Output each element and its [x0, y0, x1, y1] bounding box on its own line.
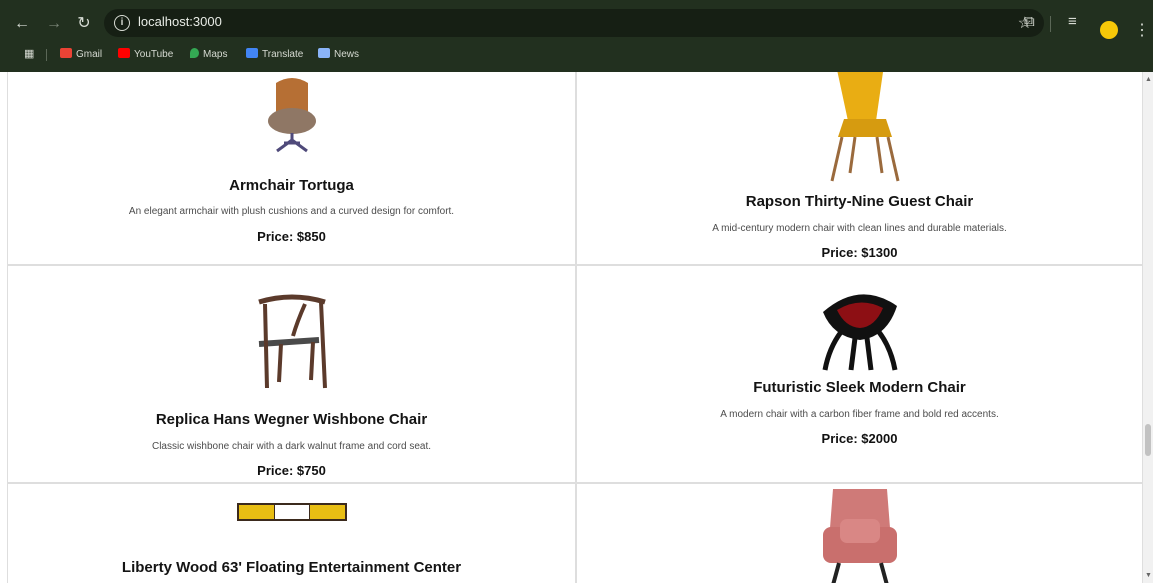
product-card[interactable]: Rapson Thirty-Nine Guest Chair A mid-cen…: [576, 72, 1143, 265]
bookmark-label: Gmail: [76, 49, 103, 60]
bookmarks-separator: [46, 49, 47, 61]
product-title: Futuristic Sleek Modern Chair: [753, 379, 966, 396]
bookmark-label: Maps: [203, 49, 228, 60]
bookmark-maps[interactable]: Maps: [190, 48, 227, 60]
gmail-icon: [60, 48, 72, 58]
product-price: Price: $1300: [821, 245, 898, 260]
apps-grid-icon[interactable]: ▦: [24, 49, 34, 60]
product-title: Liberty Wood 63' Floating Entertainment …: [121, 559, 462, 576]
maps-icon: [190, 48, 199, 58]
scroll-down-icon[interactable]: ▼: [1145, 572, 1152, 579]
forward-icon[interactable]: →: [44, 14, 64, 34]
product-description: A mid-century modern chair with clean li…: [712, 223, 1007, 234]
browser-chrome: ← → ↻ i localhost:3000 ☆ ⧉ ≡ ⋮ ▦ Gmail Y…: [0, 0, 1153, 72]
product-title: Rapson Thirty-Nine Guest Chair: [745, 193, 974, 210]
product-description: An elegant armchair with plush cushions …: [128, 206, 455, 217]
bookmarks-bar: ▦ Gmail YouTube Maps Translate News: [0, 44, 1153, 66]
bookmark-label: Translate: [262, 49, 304, 60]
bookmark-youtube[interactable]: YouTube: [118, 48, 173, 60]
page-scrollbar[interactable]: ▲ ▼: [1143, 72, 1153, 583]
reload-icon[interactable]: ↻: [74, 14, 94, 34]
product-card[interactable]: Replica Hans Wegner Wishbone Chair Class…: [7, 265, 576, 483]
product-price: Price: $850: [257, 229, 326, 244]
browser-menu-icon[interactable]: ⋮: [1134, 20, 1150, 40]
address-bar[interactable]: i localhost:3000 ☆: [104, 9, 1044, 37]
product-description: A modern chair with a carbon fiber frame…: [720, 409, 999, 420]
wishbone-chair-image: [257, 294, 327, 389]
page-content: Armchair Tortuga An elegant armchair wit…: [0, 72, 1143, 583]
product-card[interactable]: Armchair Tortuga An elegant armchair wit…: [7, 72, 576, 265]
url-text[interactable]: localhost:3000: [138, 14, 222, 29]
news-icon: [318, 48, 330, 58]
futuristic-chair-image: [822, 294, 897, 371]
back-icon[interactable]: ←: [12, 14, 32, 34]
bookmark-label: YouTube: [134, 49, 174, 60]
product-price: Price: $2000: [821, 431, 898, 446]
bookmark-translate[interactable]: Translate: [246, 48, 303, 60]
scroll-thumb[interactable]: [1145, 424, 1151, 456]
rapson-guest-chair-image: [830, 72, 899, 182]
pink-armchair-image: [822, 489, 897, 583]
extensions-icon[interactable]: ⧉: [1024, 13, 1035, 30]
product-card[interactable]: Futuristic Sleek Modern Chair A modern c…: [576, 265, 1143, 483]
bookmark-label: News: [334, 49, 360, 60]
browser-toolbar: ← → ↻ i localhost:3000 ☆ ⧉ ≡ ⋮: [0, 8, 1153, 40]
product-price: Price: $750: [257, 463, 326, 478]
product-card[interactable]: [576, 483, 1143, 583]
youtube-icon: [118, 48, 130, 58]
bookmark-news[interactable]: News: [318, 48, 359, 60]
bookmark-gmail[interactable]: Gmail: [60, 48, 102, 60]
product-title: Replica Hans Wegner Wishbone Chair: [155, 411, 428, 428]
translate-icon: [246, 48, 258, 58]
armchair-tortuga-image: [267, 78, 316, 153]
scroll-up-icon[interactable]: ▲: [1145, 76, 1152, 83]
product-title: Armchair Tortuga: [229, 177, 354, 194]
product-description: Classic wishbone chair with a dark walnu…: [151, 441, 432, 452]
reading-list-icon[interactable]: ≡: [1068, 13, 1077, 30]
entertainment-center-image: [236, 503, 347, 521]
site-info-icon[interactable]: i: [114, 15, 130, 31]
toolbar-separator: [1050, 16, 1051, 32]
product-card[interactable]: Liberty Wood 63' Floating Entertainment …: [7, 483, 576, 583]
profile-avatar[interactable]: [1100, 21, 1118, 39]
